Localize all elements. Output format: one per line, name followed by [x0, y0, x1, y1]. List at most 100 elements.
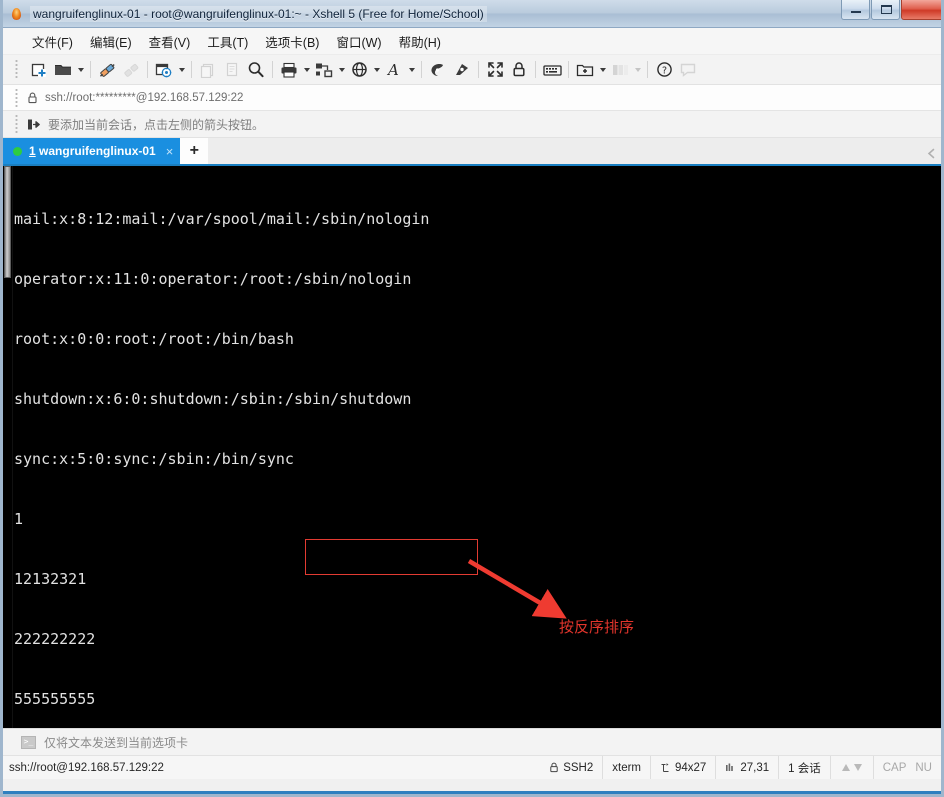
addressbar-grip[interactable] — [15, 88, 18, 107]
new-session-icon[interactable] — [27, 58, 51, 81]
globe-icon[interactable] — [347, 58, 371, 81]
tab-title: wangruifenglinux-01 — [39, 144, 156, 158]
status-caps-lock: CAP — [872, 756, 916, 779]
toolbar-separator — [568, 61, 569, 78]
tab-wangruifenglinux-01[interactable]: 1 wangruifenglinux-01 × — [3, 138, 181, 164]
help-icon[interactable]: ? — [652, 58, 676, 81]
window-title: wangruifenglinux-01 - root@wangruifengli… — [30, 5, 487, 22]
chevron-left-icon[interactable] — [926, 148, 937, 159]
terminal-line: 555555555 — [14, 690, 96, 708]
cut-icon — [196, 58, 220, 81]
maximize-button[interactable] — [871, 0, 900, 20]
log-icon[interactable] — [426, 58, 450, 81]
toolbar: A ? — [3, 55, 941, 85]
terminal-scrollbar-thumb[interactable] — [4, 166, 11, 278]
menu-tabs[interactable]: 选项卡(B) — [258, 29, 326, 54]
file-transfer-icon[interactable] — [312, 58, 336, 81]
status-terminal-type-label: xterm — [612, 761, 641, 774]
toolbar-separator — [421, 61, 422, 78]
compose-icon[interactable] — [450, 58, 474, 81]
disconnect-icon — [119, 58, 143, 81]
padlock-icon — [27, 92, 38, 104]
menu-bar: 文件(F) 编辑(E) 查看(V) 工具(T) 选项卡(B) 窗口(W) 帮助(… — [3, 28, 941, 55]
new-folder-icon[interactable] — [573, 58, 597, 81]
globe-dropdown-icon[interactable] — [371, 58, 382, 81]
new-tab-button[interactable]: + — [180, 138, 209, 164]
terminal-line: operator:x:11:0:operator:/root:/sbin/nol… — [14, 270, 412, 288]
add-session-arrow-icon[interactable] — [27, 118, 41, 131]
resize-icon — [660, 762, 671, 773]
terminal-line: shutdown:x:6:0:shutdown:/sbin:/sbin/shut… — [14, 390, 412, 408]
tab-label: 1 wangruifenglinux-01 — [29, 144, 156, 158]
toolbar-separator — [147, 61, 148, 78]
status-terminal-type: xterm — [602, 756, 650, 779]
terminal-scrollbar[interactable] — [3, 166, 13, 728]
toolbar-grip[interactable] — [15, 59, 18, 80]
tab-close-icon[interactable]: × — [166, 145, 174, 158]
session-properties-dropdown-icon[interactable] — [176, 58, 187, 81]
open-folder-icon[interactable] — [51, 58, 75, 81]
fullscreen-icon[interactable] — [483, 58, 507, 81]
status-right-group: SSH2 xterm 94x27 27,31 1 会话 CAP NU — [540, 756, 941, 779]
toolbar-separator — [478, 61, 479, 78]
arrange-icon — [608, 58, 632, 81]
font-dropdown-icon[interactable] — [406, 58, 417, 81]
arrange-dropdown-icon — [632, 58, 643, 81]
column-icon — [725, 762, 736, 773]
send-to-tab-bar[interactable]: >_ 仅将文本发送到当前选项卡 — [3, 728, 941, 756]
font-icon[interactable]: A — [382, 58, 406, 81]
menu-edit[interactable]: 编辑(E) — [83, 29, 139, 54]
session-properties-icon[interactable] — [152, 58, 176, 81]
terminal-line: 1 — [14, 510, 24, 528]
menu-file[interactable]: 文件(F) — [25, 29, 80, 54]
status-transfer-indicators — [829, 756, 873, 779]
file-transfer-dropdown-icon[interactable] — [336, 58, 347, 81]
find-icon[interactable] — [244, 58, 268, 81]
xshell-app-icon — [9, 6, 25, 22]
print-dropdown-icon[interactable] — [301, 58, 312, 81]
keyboard-icon[interactable] — [540, 58, 564, 81]
lock-icon[interactable] — [507, 58, 531, 81]
print-icon[interactable] — [277, 58, 301, 81]
address-bar[interactable]: ssh://root:*********@192.168.57.129:22 — [3, 85, 941, 111]
title-bar[interactable]: wangruifenglinux-01 - root@wangruifengli… — [3, 0, 941, 28]
status-num-lock: NU — [915, 761, 932, 774]
tab-bar: 1 wangruifenglinux-01 × + — [3, 138, 941, 166]
connect-icon[interactable] — [95, 58, 119, 81]
toolbar-separator — [535, 61, 536, 78]
chat-icon — [676, 58, 700, 81]
tab-index: 1 — [29, 144, 36, 158]
terminal-screen[interactable]: mail:x:8:12:mail:/var/spool/mail:/sbin/n… — [3, 166, 941, 728]
close-button[interactable] — [901, 0, 941, 20]
toolbar-separator — [90, 61, 91, 78]
new-folder-dropdown-icon[interactable] — [597, 58, 608, 81]
terminal-line: 12132321 — [14, 570, 87, 588]
status-protocol-label: SSH2 — [563, 761, 594, 774]
terminal-line: mail:x:8:12:mail:/var/spool/mail:/sbin/n… — [14, 210, 430, 228]
notice-bar: 要添加当前会话，点击左侧的箭头按钮。 — [3, 111, 941, 138]
terminal-output: mail:x:8:12:mail:/var/spool/mail:/sbin/n… — [14, 166, 941, 728]
menu-help[interactable]: 帮助(H) — [392, 29, 448, 54]
window-controls — [840, 0, 941, 20]
menu-view[interactable]: 查看(V) — [142, 29, 198, 54]
noticebar-grip[interactable] — [15, 114, 18, 134]
menu-tools[interactable]: 工具(T) — [200, 29, 255, 54]
annotation-label: 按反序排序 — [559, 618, 635, 636]
terminal-line: 222222222 — [14, 630, 96, 648]
status-bar: ssh://root@192.168.57.129:22 SSH2 xterm — [3, 756, 941, 779]
status-session-count: 1 会话 — [778, 756, 830, 779]
copy-icon — [220, 58, 244, 81]
toolbar-separator — [191, 61, 192, 78]
arrow-up-icon — [841, 764, 850, 771]
arrow-down-icon — [853, 764, 862, 771]
menu-window[interactable]: 窗口(W) — [329, 29, 388, 54]
address-input[interactable]: ssh://root:*********@192.168.57.129:22 — [45, 92, 243, 104]
window-bottom-accent — [3, 791, 941, 794]
terminal-line: sync:x:5:0:sync:/sbin:/bin/sync — [14, 450, 294, 468]
status-protocol: SSH2 — [540, 756, 602, 779]
minimize-button[interactable] — [841, 0, 870, 20]
open-folder-dropdown-icon[interactable] — [75, 58, 86, 81]
status-size-label: 94x27 — [675, 761, 707, 774]
status-cursor-position-label: 27,31 — [740, 761, 770, 774]
notice-message: 要添加当前会话，点击左侧的箭头按钮。 — [48, 117, 265, 132]
